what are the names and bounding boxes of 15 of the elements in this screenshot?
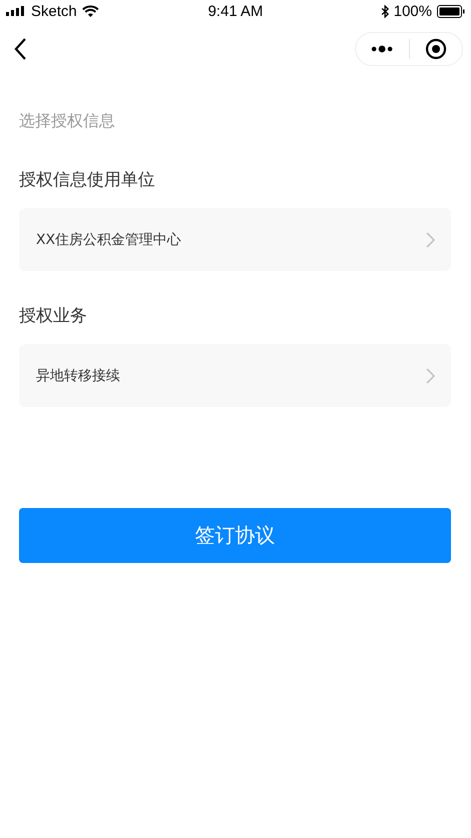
select-field[interactable]: 异地转移接续 (19, 344, 451, 407)
battery-percent: 100% (394, 2, 432, 20)
clock-time: 9:41 AM (208, 2, 264, 20)
field-label: 授权信息使用单位 (19, 169, 156, 191)
chevron-icon (426, 232, 435, 248)
carrier-name: Sketch (31, 2, 77, 20)
sign-agreement-button[interactable]: 签订协议 (19, 508, 451, 563)
battery-icon (437, 4, 465, 18)
select-field[interactable]: XX住房公积金管理中心 (19, 208, 451, 271)
chevron-icon (426, 368, 435, 384)
signal-icon (6, 6, 26, 16)
section-title: 选择授权信息 (19, 111, 116, 132)
bluetooth-icon (380, 4, 389, 18)
wifi-icon (82, 5, 99, 17)
field-label: 授权业务 (19, 305, 88, 327)
